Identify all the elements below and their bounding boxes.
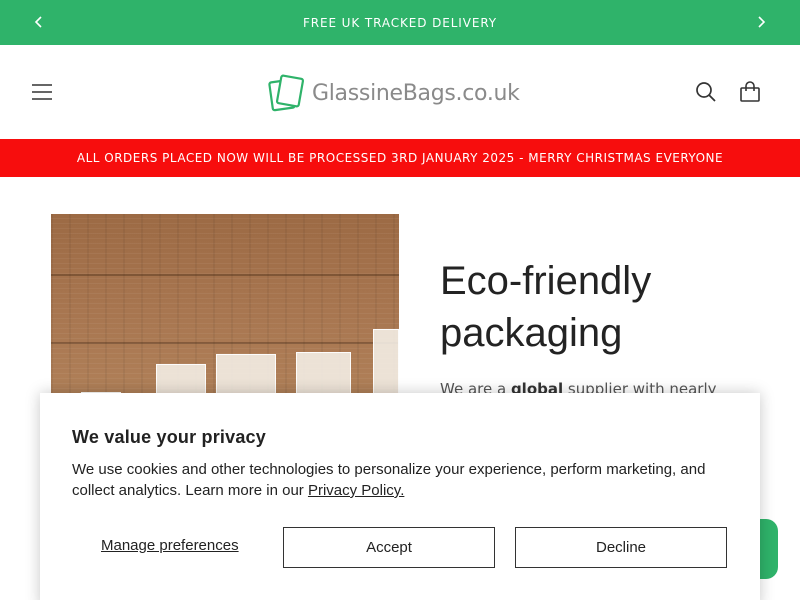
cookie-consent-banner: We value your privacy We use cookies and… xyxy=(40,393,760,600)
shopping-bag-icon xyxy=(740,81,760,102)
hero-title-line-2: packaging xyxy=(440,311,623,355)
next-announcement-button[interactable] xyxy=(751,12,771,32)
site-logo[interactable]: GlassineBags.co.uk xyxy=(268,73,532,113)
hero-title-line-1: Eco-friendly xyxy=(440,259,652,303)
announcement-bar: FREE UK TRACKED DELIVERY xyxy=(0,0,800,45)
previous-announcement-button[interactable] xyxy=(29,12,49,32)
manage-preferences-link[interactable]: Manage preferences xyxy=(101,537,239,554)
accept-button[interactable]: Accept xyxy=(283,527,495,568)
hero-title: Eco-friendly packaging xyxy=(440,255,760,359)
announcement-text: FREE UK TRACKED DELIVERY xyxy=(302,15,498,30)
chevron-right-icon xyxy=(758,16,766,28)
decline-button[interactable]: Decline xyxy=(515,527,727,568)
notice-text: ALL ORDERS PLACED NOW WILL BE PROCESSED … xyxy=(76,151,724,165)
cookie-banner-title: We value your privacy xyxy=(72,427,266,447)
menu-button[interactable] xyxy=(30,80,54,104)
glassine-bag-logo-icon xyxy=(268,74,305,112)
search-button[interactable] xyxy=(694,80,718,104)
privacy-policy-link[interactable]: Privacy Policy. xyxy=(308,482,404,499)
holiday-notice-bar: ALL ORDERS PLACED NOW WILL BE PROCESSED … xyxy=(0,139,800,177)
cart-button[interactable] xyxy=(738,80,762,104)
logo-text: GlassineBags.co.uk xyxy=(312,80,520,106)
chevron-left-icon xyxy=(34,16,42,28)
search-icon xyxy=(696,82,716,102)
cookie-banner-body: We use cookies and other technologies to… xyxy=(72,459,737,501)
site-header: GlassineBags.co.uk xyxy=(0,45,800,139)
hamburger-menu-icon xyxy=(32,84,52,100)
